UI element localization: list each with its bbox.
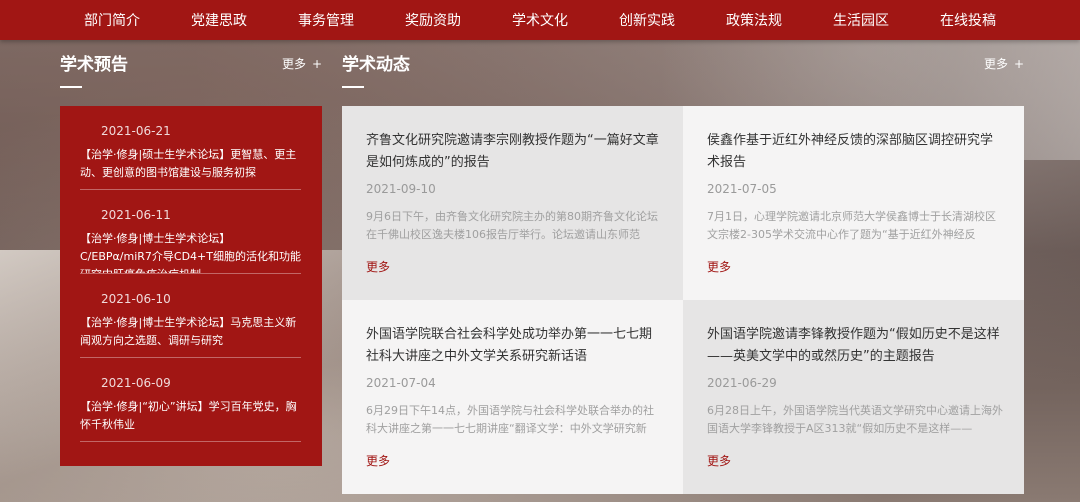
news-more-button[interactable]: 更多 (366, 258, 390, 275)
nav-item-campus-life[interactable]: 生活园区 (833, 10, 889, 30)
nav-item-academic-culture[interactable]: 学术文化 (512, 10, 568, 30)
preview-text: 【治学·修身|硕士生学术论坛】更智慧、更主动、更创意的图书馆建设与服务初探 (80, 148, 297, 179)
news-more-button[interactable]: 更多 (707, 258, 731, 275)
preview-more-label: 更多 (282, 57, 307, 71)
news-section-title: 学术动态 (342, 50, 410, 88)
news-title[interactable]: 侯鑫作基于近红外神经反馈的深部脑区调控研究学术报告 (707, 130, 1005, 174)
news-more-link[interactable]: 更多 + (984, 55, 1024, 72)
nav-item-party-building[interactable]: 党建思政 (191, 10, 247, 30)
news-summary: 9月6日下午，由齐鲁文化研究院主办的第80期齐鲁文化论坛在千佛山校区逸夫楼106… (366, 210, 658, 241)
news-date: 2021-06-29 (707, 376, 777, 390)
preview-text: 【治学·修身|“初心”讲坛】学习百年党史，胸怀千秋伟业 (80, 400, 297, 431)
preview-date: 2021-06-09 (101, 376, 171, 390)
news-title[interactable]: 外国语学院邀请李锋教授作题为“假如历史不是这样——英美文学中的或然历史”的主题报… (707, 324, 1005, 368)
preview-panel: 2021-06-21 【治学·修身|硕士生学术论坛】更智慧、更主动、更创意的图书… (60, 106, 322, 466)
main-nav: 部门简介 党建思政 事务管理 奖励资助 学术文化 创新实践 政策法规 生活园区 … (0, 0, 1080, 40)
nav-item-awards[interactable]: 奖励资助 (405, 10, 461, 30)
preview-item[interactable]: 2021-06-10 【治学·修身|博士生学术论坛】马克思主义新闻观方向之选题、… (80, 274, 301, 358)
news-date: 2021-07-04 (366, 376, 436, 390)
news-card[interactable]: 齐鲁文化研究院邀请李宗刚教授作题为“一篇好文章是如何炼成的”的报告 2021-0… (342, 106, 683, 300)
news-card[interactable]: 侯鑫作基于近红外神经反馈的深部脑区调控研究学术报告 2021-07-05 7月1… (683, 106, 1024, 300)
plus-icon: + (312, 57, 323, 71)
nav-item-affairs[interactable]: 事务管理 (298, 10, 354, 30)
preview-item[interactable]: 2021-06-21 【治学·修身|硕士生学术论坛】更智慧、更主动、更创意的图书… (80, 106, 301, 190)
preview-section-title: 学术预告 (60, 50, 128, 88)
preview-date: 2021-06-21 (101, 124, 171, 138)
news-summary: 6月28日上午，外国语学院当代英语文学研究中心邀请上海外国语大学李锋教授于A区3… (707, 404, 1003, 435)
news-summary: 7月1日，心理学院邀请北京师范大学侯鑫博士于长清湖校区文宗楼2-305学术交流中… (707, 210, 996, 241)
preview-text: 【治学·修身|博士生学术论坛】C/EBPα/miR7介导CD4+T细胞的活化和功… (80, 232, 301, 273)
news-more-button[interactable]: 更多 (707, 452, 731, 469)
news-more-button[interactable]: 更多 (366, 452, 390, 469)
preview-item[interactable]: 2021-06-09 【治学·修身|“初心”讲坛】学习百年党史，胸怀千秋伟业 (80, 358, 301, 442)
news-summary: 6月29日下午14点，外国语学院与社会科学处联合举办的社科大讲座之第一一七七期讲… (366, 404, 654, 435)
nav-item-policies[interactable]: 政策法规 (726, 10, 782, 30)
news-title[interactable]: 外国语学院联合社会科学处成功举办第一一七七期社科大讲座之中外文学关系研究新话语 (366, 324, 664, 368)
plus-icon: + (1014, 57, 1025, 71)
preview-item[interactable]: 2021-06-11 【治学·修身|博士生学术论坛】C/EBPα/miR7介导C… (80, 190, 301, 274)
preview-text: 【治学·修身|博士生学术论坛】马克思主义新闻观方向之选题、调研与研究 (80, 316, 297, 347)
news-more-label: 更多 (984, 57, 1009, 71)
news-title[interactable]: 齐鲁文化研究院邀请李宗刚教授作题为“一篇好文章是如何炼成的”的报告 (366, 130, 664, 174)
nav-item-department-intro[interactable]: 部门简介 (84, 10, 140, 30)
news-card[interactable]: 外国语学院邀请李锋教授作题为“假如历史不是这样——英美文学中的或然历史”的主题报… (683, 300, 1024, 494)
news-date: 2021-07-05 (707, 182, 777, 196)
news-card[interactable]: 外国语学院联合社会科学处成功举办第一一七七期社科大讲座之中外文学关系研究新话语 … (342, 300, 683, 494)
preview-more-link[interactable]: 更多 + (282, 55, 322, 72)
preview-date: 2021-06-10 (101, 292, 171, 306)
news-date: 2021-09-10 (366, 182, 436, 196)
nav-item-submit-online[interactable]: 在线投稿 (940, 10, 996, 30)
nav-item-innovation[interactable]: 创新实践 (619, 10, 675, 30)
preview-date: 2021-06-11 (101, 208, 171, 222)
